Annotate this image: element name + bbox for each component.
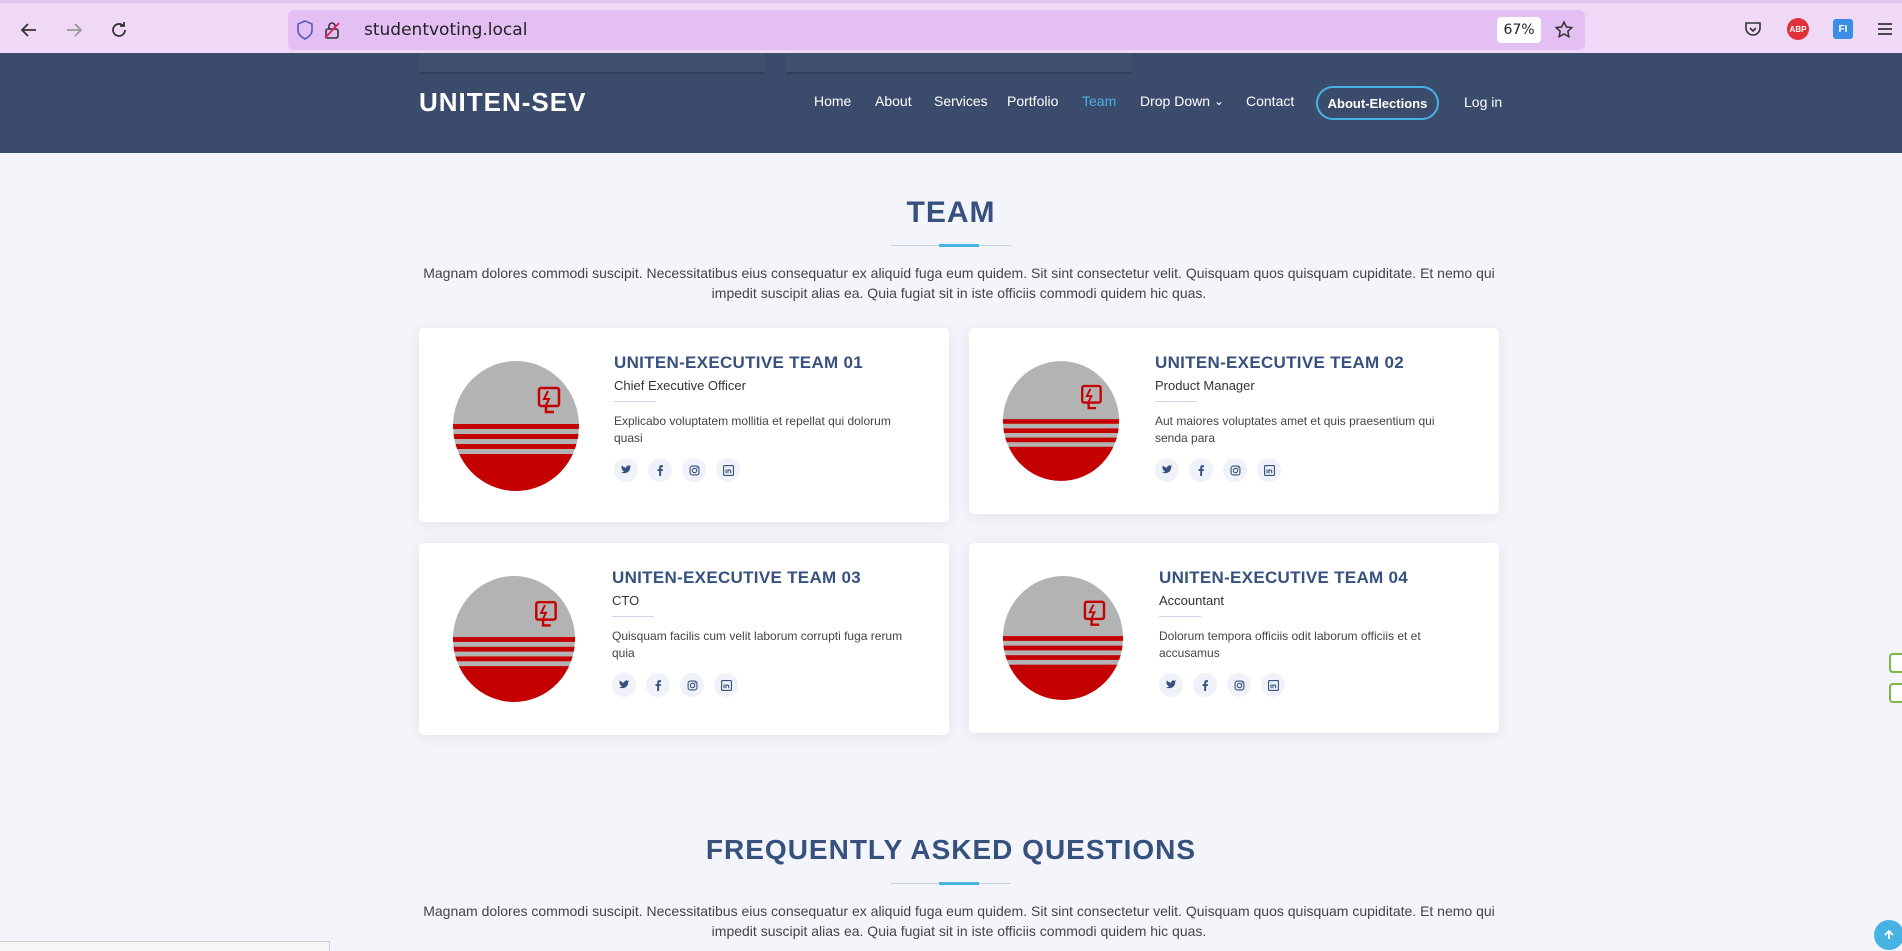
member-avatar: [1002, 361, 1120, 481]
twitter-icon[interactable]: [614, 458, 638, 482]
zoom-level-badge[interactable]: 67%: [1497, 17, 1541, 43]
nav-label[interactable]: About: [875, 93, 912, 109]
side-widget-tab[interactable]: [1889, 683, 1902, 703]
member-divider: [614, 401, 656, 402]
social-links: [1159, 673, 1285, 697]
shield-icon[interactable]: [294, 19, 316, 41]
team-title: TEAM: [906, 196, 996, 229]
member-divider: [612, 616, 654, 617]
about-elections-button[interactable]: About-Elections: [1316, 86, 1439, 120]
twitter-icon[interactable]: [1159, 673, 1183, 697]
nav-item-dropdown[interactable]: Drop Down ⌄: [1140, 93, 1224, 109]
faq-title: FREQUENTLY ASKED QUESTIONS: [705, 834, 1197, 865]
url-bar[interactable]: studentvoting.local 67%: [288, 10, 1585, 50]
instagram-icon[interactable]: [1227, 673, 1251, 697]
chevron-down-icon[interactable]: ⌄: [1214, 94, 1224, 108]
title-accent-bar: [939, 244, 979, 247]
nav-label[interactable]: Drop Down: [1140, 93, 1210, 109]
member-name: UNITEN-EXECUTIVE TEAM 01: [614, 353, 864, 372]
instagram-icon[interactable]: [1223, 458, 1247, 482]
nav-item-contact[interactable]: Contact: [1246, 93, 1294, 109]
team-member-card: UNITEN-EXECUTIVE TEAM 03 CTO Quisquam fa…: [419, 543, 949, 735]
hero-image-strip: [786, 53, 1132, 74]
facebook-icon[interactable]: [646, 673, 670, 697]
lock-icon[interactable]: [321, 19, 343, 41]
adblock-label: ABP: [1787, 18, 1809, 40]
arrow-up-icon: [1884, 929, 1894, 939]
nav-item-about[interactable]: About: [875, 93, 912, 109]
translate-icon[interactable]: FI: [1830, 16, 1856, 42]
member-role: Product Manager: [1155, 378, 1255, 393]
member-avatar: [453, 361, 579, 491]
nav-label[interactable]: Team: [1082, 93, 1116, 109]
translate-label: FI: [1833, 19, 1853, 39]
member-avatar: [452, 576, 576, 702]
site-logo[interactable]: UNITEN-SEV: [419, 87, 586, 118]
nav-item-portfolio[interactable]: Portfolio: [1007, 93, 1058, 109]
url-text[interactable]: studentvoting.local: [364, 20, 527, 40]
member-divider: [1159, 616, 1201, 617]
instagram-icon[interactable]: [680, 673, 704, 697]
browser-toolbar: studentvoting.local 67% ABP FI: [0, 0, 1902, 53]
nav-label[interactable]: Contact: [1246, 93, 1294, 109]
member-name: UNITEN-EXECUTIVE TEAM 04: [1159, 568, 1409, 587]
menu-icon[interactable]: [1872, 16, 1898, 42]
browser-status-bar: [0, 941, 330, 951]
bookmark-star-icon[interactable]: [1553, 19, 1575, 41]
member-role: CTO: [612, 593, 640, 608]
back-arrow-icon[interactable]: [13, 14, 45, 46]
facebook-icon[interactable]: [648, 458, 672, 482]
nav-item-team[interactable]: Team: [1082, 93, 1116, 109]
member-bio: Quisquam facilis cum velit laborum corru…: [612, 629, 903, 660]
nav-label[interactable]: Home: [814, 93, 851, 109]
member-role: Accountant: [1159, 593, 1225, 608]
linkedin-icon[interactable]: [1261, 673, 1285, 697]
member-bio: Dolorum tempora officiis odit laborum of…: [1159, 629, 1421, 660]
linkedin-icon[interactable]: [716, 458, 740, 482]
instagram-icon[interactable]: [682, 458, 706, 482]
login-link[interactable]: Log in: [1464, 94, 1502, 110]
pocket-icon[interactable]: [1740, 16, 1766, 42]
team-member-card: UNITEN-EXECUTIVE TEAM 04 Accountant Dolo…: [969, 543, 1499, 733]
site-header: UNITEN-SEV Home About Services Portfolio…: [0, 53, 1902, 153]
nav-item-services[interactable]: Services: [934, 93, 988, 109]
hero-image-strip: [419, 53, 765, 74]
facebook-icon[interactable]: [1189, 458, 1213, 482]
twitter-icon[interactable]: [612, 673, 636, 697]
side-widget-tab[interactable]: [1889, 653, 1902, 673]
team-member-card: UNITEN-EXECUTIVE TEAM 01 Chief Executive…: [419, 328, 949, 522]
member-bio: Explicabo voluptatem mollitia et repella…: [614, 414, 891, 445]
faq-description: Magnam dolores commodi suscipit. Necessi…: [423, 903, 1495, 939]
title-accent-bar: [939, 882, 979, 885]
member-avatar: [1002, 576, 1124, 700]
member-name: UNITEN-EXECUTIVE TEAM 03: [612, 568, 862, 587]
nav-label[interactable]: Services: [934, 93, 988, 109]
facebook-icon[interactable]: [1193, 673, 1217, 697]
team-member-card: UNITEN-EXECUTIVE TEAM 02 Product Manager…: [969, 328, 1499, 514]
member-bio: Aut maiores voluptates amet et quis prae…: [1155, 414, 1435, 445]
back-to-top-button[interactable]: [1874, 920, 1902, 950]
member-name: UNITEN-EXECUTIVE TEAM 02: [1155, 353, 1405, 372]
team-description: Magnam dolores commodi suscipit. Necessi…: [423, 265, 1495, 301]
linkedin-icon[interactable]: [714, 673, 738, 697]
social-links: [612, 673, 738, 697]
nav-label[interactable]: Portfolio: [1007, 93, 1058, 109]
twitter-icon[interactable]: [1155, 458, 1179, 482]
member-role: Chief Executive Officer: [614, 378, 746, 393]
reload-icon[interactable]: [103, 14, 135, 46]
linkedin-icon[interactable]: [1257, 458, 1281, 482]
forward-arrow-icon[interactable]: [58, 14, 90, 46]
member-divider: [1155, 401, 1197, 402]
adblock-icon[interactable]: ABP: [1785, 16, 1811, 42]
nav-item-home[interactable]: Home: [814, 93, 851, 109]
social-links: [614, 458, 740, 482]
social-links: [1155, 458, 1281, 482]
